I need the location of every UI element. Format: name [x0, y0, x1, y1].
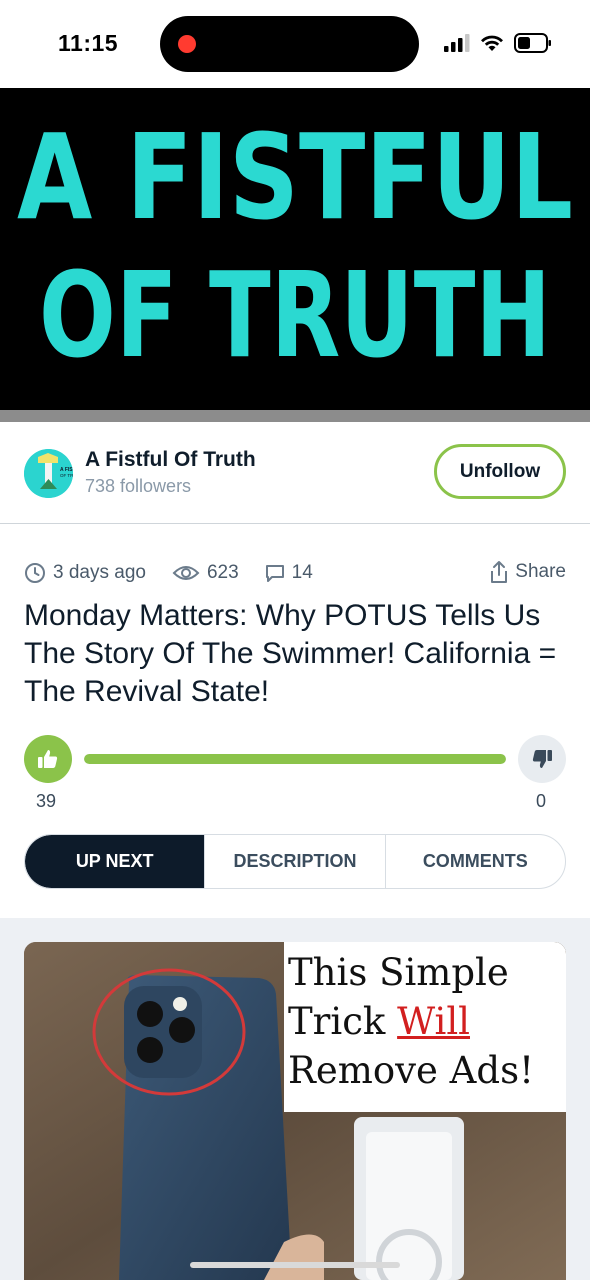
svg-text:OF TRUTH: OF TRUTH	[60, 473, 73, 478]
banner-line-2: OF TRUTH	[39, 246, 551, 384]
follower-count: 738 followers	[85, 476, 192, 496]
like-button[interactable]	[24, 735, 72, 783]
thumbnail-line-1: This Simple	[288, 951, 509, 994]
channel-name[interactable]: A Fistful Of Truth	[85, 448, 256, 472]
dynamic-island	[160, 16, 419, 72]
thumbnail-caption: This Simple Trick Will Remove Ads!	[284, 942, 566, 1112]
recording-indicator-icon	[178, 35, 196, 53]
status-time: 11:15	[58, 30, 119, 56]
video-meta: 3 days ago 623 14 Share	[24, 560, 566, 586]
content-tabs: UP NEXT DESCRIPTION COMMENTS	[24, 834, 566, 889]
channel-header: A FISTFUL OF TRUTH A Fistful Of Truth 73…	[0, 422, 590, 524]
cellular-signal-icon	[444, 34, 470, 52]
banner-line-1: A FISTFUL	[17, 108, 573, 246]
share-icon	[491, 561, 508, 583]
thumbs-down-icon	[532, 750, 552, 768]
system-icons	[444, 30, 552, 56]
thumbnail-line-3: Remove Ads!	[288, 1049, 534, 1092]
home-indicator	[190, 1262, 400, 1268]
tab-comments[interactable]: COMMENTS	[384, 835, 565, 888]
banner-divider	[0, 410, 590, 422]
view-count-text: 623	[206, 562, 239, 583]
eye-icon	[172, 566, 200, 580]
video-title: Monday Matters: Why POTUS Tells Us The S…	[24, 599, 557, 708]
unfollow-button[interactable]: Unfollow	[434, 444, 566, 499]
thumbs-up-icon	[38, 750, 58, 768]
battery-icon	[514, 33, 551, 53]
comment-count[interactable]: 14	[265, 562, 313, 584]
vote-ratio-fill	[84, 754, 506, 764]
status-bar: 11:15	[0, 0, 590, 88]
dislike-button[interactable]	[518, 735, 566, 783]
wifi-icon	[481, 35, 503, 51]
channel-avatar[interactable]: A FISTFUL OF TRUTH	[24, 449, 73, 498]
thumbnail-line-2: Trick Will	[288, 997, 566, 1046]
banner-artwork: A FISTFUL OF TRUTH	[17, 108, 573, 384]
upload-age: 3 days ago	[24, 562, 146, 584]
share-button[interactable]: Share	[489, 560, 566, 584]
tab-up-next[interactable]: UP NEXT	[25, 835, 205, 888]
dislike-count: 0	[536, 791, 547, 811]
comment-icon	[265, 565, 284, 582]
clock-icon	[25, 563, 45, 583]
view-count: 623	[172, 562, 239, 584]
thumbnail-line-2-start: Trick	[288, 1000, 398, 1043]
share-label: Share	[515, 561, 566, 582]
thumbnail-line-2-highlight: Will	[397, 1000, 470, 1043]
tab-description[interactable]: DESCRIPTION	[204, 835, 384, 888]
avatar-logo-icon: A FISTFUL OF TRUTH	[24, 449, 73, 498]
like-count: 39	[36, 791, 57, 811]
upload-age-text: 3 days ago	[53, 562, 146, 583]
comment-count-text: 14	[291, 562, 313, 583]
up-next-thumbnail[interactable]: This Simple Trick Will Remove Ads!	[24, 942, 566, 1280]
channel-banner: A FISTFUL OF TRUTH	[0, 88, 590, 410]
vote-ratio-bar	[84, 754, 506, 764]
